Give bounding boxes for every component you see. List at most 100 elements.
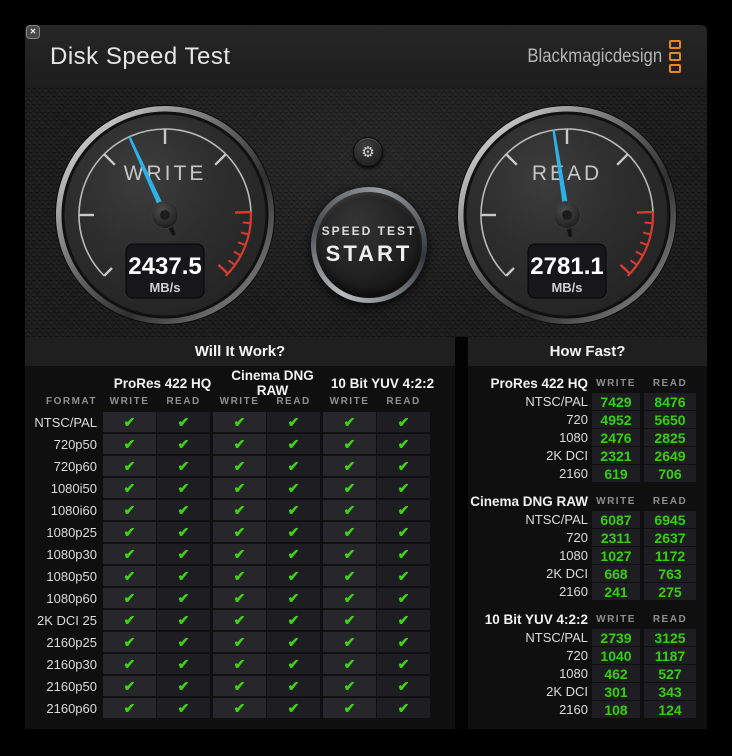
check-cell: ✔ — [377, 566, 430, 586]
check-cell: ✔ — [267, 676, 320, 696]
check-icon: ✔ — [177, 567, 190, 584]
check-cell: ✔ — [267, 588, 320, 608]
format-label: 2160p25 — [46, 634, 97, 650]
check-cell: ✔ — [157, 632, 210, 652]
check-icon: ✔ — [397, 677, 410, 694]
check-icon: ✔ — [177, 523, 190, 540]
read-speed-cell: 2649 — [644, 447, 696, 464]
table-row: 720p60 ✔ ✔ ✔ ✔ ✔ ✔ — [25, 456, 455, 476]
write-speed-cell: 1027 — [592, 547, 640, 564]
read-column-header: READ — [652, 378, 688, 389]
start-button-subtitle: SPEED TEST — [321, 223, 417, 238]
check-cell: ✔ — [377, 632, 430, 652]
read-speed-cell: 275 — [644, 583, 696, 600]
check-cell: ✔ — [157, 478, 210, 498]
check-cell: ✔ — [267, 500, 320, 520]
table-row: 1080p25 ✔ ✔ ✔ ✔ ✔ ✔ — [25, 522, 455, 542]
check-cell: ✔ — [323, 632, 376, 652]
read-speed-cell: 2637 — [644, 529, 696, 546]
check-icon: ✔ — [233, 501, 246, 518]
write-column-header: WRITE — [219, 395, 260, 407]
check-cell: ✔ — [377, 412, 430, 432]
check-cell: ✔ — [157, 698, 210, 718]
check-icon: ✔ — [397, 655, 410, 672]
read-speed-cell: 706 — [644, 465, 696, 482]
check-icon: ✔ — [287, 501, 300, 518]
table-row: 1080 1027 1172 — [468, 547, 707, 564]
check-icon: ✔ — [287, 611, 300, 628]
close-button[interactable]: ✕ — [26, 25, 40, 39]
check-icon: ✔ — [123, 699, 136, 716]
check-icon: ✔ — [397, 479, 410, 496]
check-icon: ✔ — [233, 567, 246, 584]
table-row: 1080p30 ✔ ✔ ✔ ✔ ✔ ✔ — [25, 544, 455, 564]
read-column-header: READ — [386, 395, 421, 407]
check-icon: ✔ — [287, 545, 300, 562]
table-row: 2K DCI 2321 2649 — [468, 447, 707, 464]
table-row: 2K DCI 25 ✔ ✔ ✔ ✔ ✔ ✔ — [25, 610, 455, 630]
check-cell: ✔ — [213, 632, 266, 652]
write-speed-cell: 7429 — [592, 393, 640, 410]
check-cell: ✔ — [267, 478, 320, 498]
check-icon: ✔ — [343, 633, 356, 650]
will-it-work-panel: Will It Work? ProRes 422 HQ Cinema DNG R… — [25, 337, 455, 729]
check-icon: ✔ — [397, 501, 410, 518]
check-icon: ✔ — [397, 413, 410, 430]
check-cell: ✔ — [267, 412, 320, 432]
format-label: NTSC/PAL — [34, 414, 97, 430]
format-label: 1080p60 — [46, 590, 97, 606]
gear-icon: ⚙ — [361, 144, 375, 161]
write-speed-cell: 301 — [592, 683, 640, 700]
check-cell: ✔ — [103, 456, 156, 476]
check-cell: ✔ — [377, 434, 430, 454]
check-cell: ✔ — [103, 434, 156, 454]
check-cell: ✔ — [267, 632, 320, 652]
check-icon: ✔ — [233, 699, 246, 716]
check-icon: ✔ — [287, 567, 300, 584]
table-row: 2160p60 ✔ ✔ ✔ ✔ ✔ ✔ — [25, 698, 455, 718]
check-cell: ✔ — [103, 588, 156, 608]
check-cell: ✔ — [157, 434, 210, 454]
format-label: 1080i60 — [50, 502, 97, 518]
start-button[interactable]: SPEED TEST START — [311, 187, 427, 303]
check-icon: ✔ — [233, 545, 246, 562]
format-label: 720p60 — [53, 458, 97, 474]
check-cell: ✔ — [103, 676, 156, 696]
write-speed-cell: 6087 — [592, 511, 640, 528]
check-cell: ✔ — [323, 566, 376, 586]
format-label: 720 — [566, 530, 588, 545]
app-window: ✕ Disk Speed Test Blackmagicdesign WRITE… — [25, 25, 707, 729]
table-row: NTSC/PAL 7429 8476 — [468, 393, 707, 410]
check-cell: ✔ — [323, 588, 376, 608]
read-speed-cell: 343 — [644, 683, 696, 700]
table-row: NTSC/PAL ✔ ✔ ✔ ✔ ✔ ✔ — [25, 412, 455, 432]
check-icon: ✔ — [343, 567, 356, 584]
gauge-title: READ — [532, 162, 602, 185]
check-cell: ✔ — [323, 522, 376, 542]
settings-button[interactable]: ⚙ — [353, 137, 383, 167]
read-speed-cell: 1172 — [644, 547, 696, 564]
title-bar: ✕ Disk Speed Test Blackmagicdesign — [25, 25, 707, 88]
check-cell: ✔ — [103, 632, 156, 652]
check-icon: ✔ — [233, 523, 246, 540]
check-icon: ✔ — [287, 413, 300, 430]
codec-section-header: Cinema DNG RAW WRITE READ — [468, 492, 707, 511]
table-row: 1080i50 ✔ ✔ ✔ ✔ ✔ ✔ — [25, 478, 455, 498]
write-speed-cell: 668 — [592, 565, 640, 582]
check-cell: ✔ — [323, 500, 376, 520]
codec-name: Cinema DNG RAW — [470, 494, 588, 509]
check-icon: ✔ — [123, 611, 136, 628]
format-label: 1080i50 — [50, 480, 97, 496]
check-icon: ✔ — [233, 611, 246, 628]
codec-name: ProRes 422 HQ — [490, 376, 588, 391]
results-tables: Will It Work? ProRes 422 HQ Cinema DNG R… — [25, 337, 707, 729]
check-icon: ✔ — [123, 567, 136, 584]
read-speed-cell: 6945 — [644, 511, 696, 528]
table-row: 1080i60 ✔ ✔ ✔ ✔ ✔ ✔ — [25, 500, 455, 520]
check-cell: ✔ — [103, 566, 156, 586]
check-cell: ✔ — [267, 434, 320, 454]
table-row: 2160p50 ✔ ✔ ✔ ✔ ✔ ✔ — [25, 676, 455, 696]
check-icon: ✔ — [177, 677, 190, 694]
read-column-header: READ — [276, 395, 311, 407]
check-icon: ✔ — [343, 655, 356, 672]
